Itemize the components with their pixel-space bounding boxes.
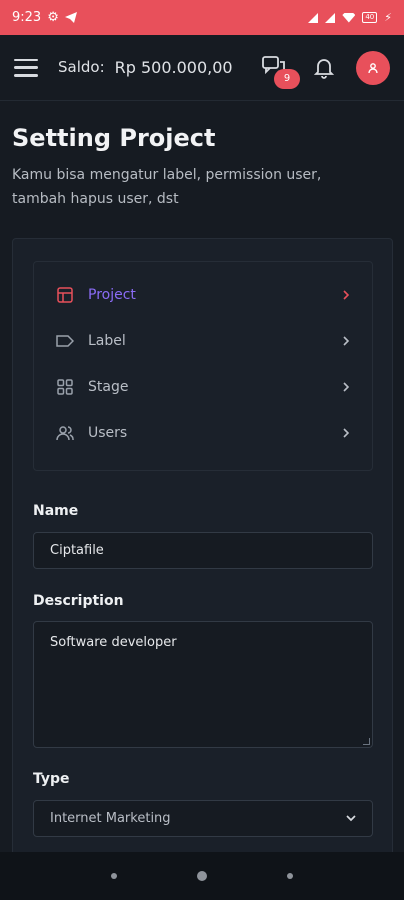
chevron-right-icon: [343, 382, 350, 392]
menu-item-label: Project: [88, 287, 136, 303]
avatar[interactable]: [356, 50, 390, 85]
resize-handle[interactable]: [363, 738, 370, 745]
name-value: Ciptafile: [50, 543, 104, 558]
chevron-down-icon: [346, 815, 356, 822]
menu-item-stage[interactable]: Stage: [34, 364, 372, 410]
settings-card: Project Label Stage Users Name Ciptafile…: [12, 238, 393, 858]
home-button[interactable]: [197, 871, 207, 881]
charging-icon: ⚡: [384, 11, 392, 24]
telegram-icon: [64, 12, 77, 23]
type-label: Type: [33, 771, 70, 787]
wifi-icon: [342, 12, 356, 23]
grid-icon: [56, 378, 74, 396]
description-value: Software developer: [50, 635, 177, 650]
menu-item-label: Users: [88, 425, 128, 441]
balance-value: Rp 500.000,00: [114, 58, 233, 77]
navigation-bar: [0, 852, 404, 900]
layout-icon: [56, 286, 74, 304]
name-field[interactable]: Ciptafile: [33, 532, 373, 569]
settings-status-icon: ⚙: [47, 10, 59, 25]
recents-button[interactable]: [111, 873, 117, 879]
menu-item-users[interactable]: Users: [34, 410, 372, 456]
back-button[interactable]: [287, 873, 293, 879]
chat-button[interactable]: 9: [262, 53, 300, 89]
description-label: Description: [33, 593, 124, 609]
signal-icon: [308, 12, 319, 23]
menu-item-label: Stage: [88, 379, 129, 395]
chevron-right-icon: [343, 428, 350, 438]
menu-item-label: Label: [88, 333, 126, 349]
name-label: Name: [33, 503, 79, 519]
type-select[interactable]: Internet Marketing: [33, 800, 373, 837]
menu-item-label-settings[interactable]: Label: [34, 318, 372, 364]
page-subtitle: Kamu bisa mengatur label, permission use…: [12, 167, 322, 207]
chevron-right-icon: [343, 290, 350, 300]
chat-badge: 9: [274, 68, 300, 89]
balance: Saldo: Rp 500.000,00: [58, 58, 233, 77]
page-title: Setting Project: [12, 124, 216, 152]
menu-item-project[interactable]: Project: [34, 272, 372, 318]
type-value: Internet Marketing: [50, 811, 171, 826]
status-bar: 9:23 ⚙ 40 ⚡: [0, 0, 404, 35]
signal-icon-2: [325, 12, 336, 23]
bell-icon[interactable]: [314, 57, 334, 79]
tag-icon: [56, 332, 74, 350]
users-icon: [56, 424, 74, 442]
battery-icon: 40: [362, 12, 378, 23]
description-field[interactable]: Software developer: [33, 621, 373, 748]
status-time: 9:23: [12, 10, 42, 25]
user-icon: [368, 62, 378, 73]
settings-menu: Project Label Stage Users: [33, 261, 373, 471]
menu-icon[interactable]: [14, 58, 38, 77]
chevron-right-icon: [343, 336, 350, 346]
balance-label: Saldo:: [58, 58, 105, 76]
app-header: Saldo: Rp 500.000,00 9: [0, 35, 404, 101]
